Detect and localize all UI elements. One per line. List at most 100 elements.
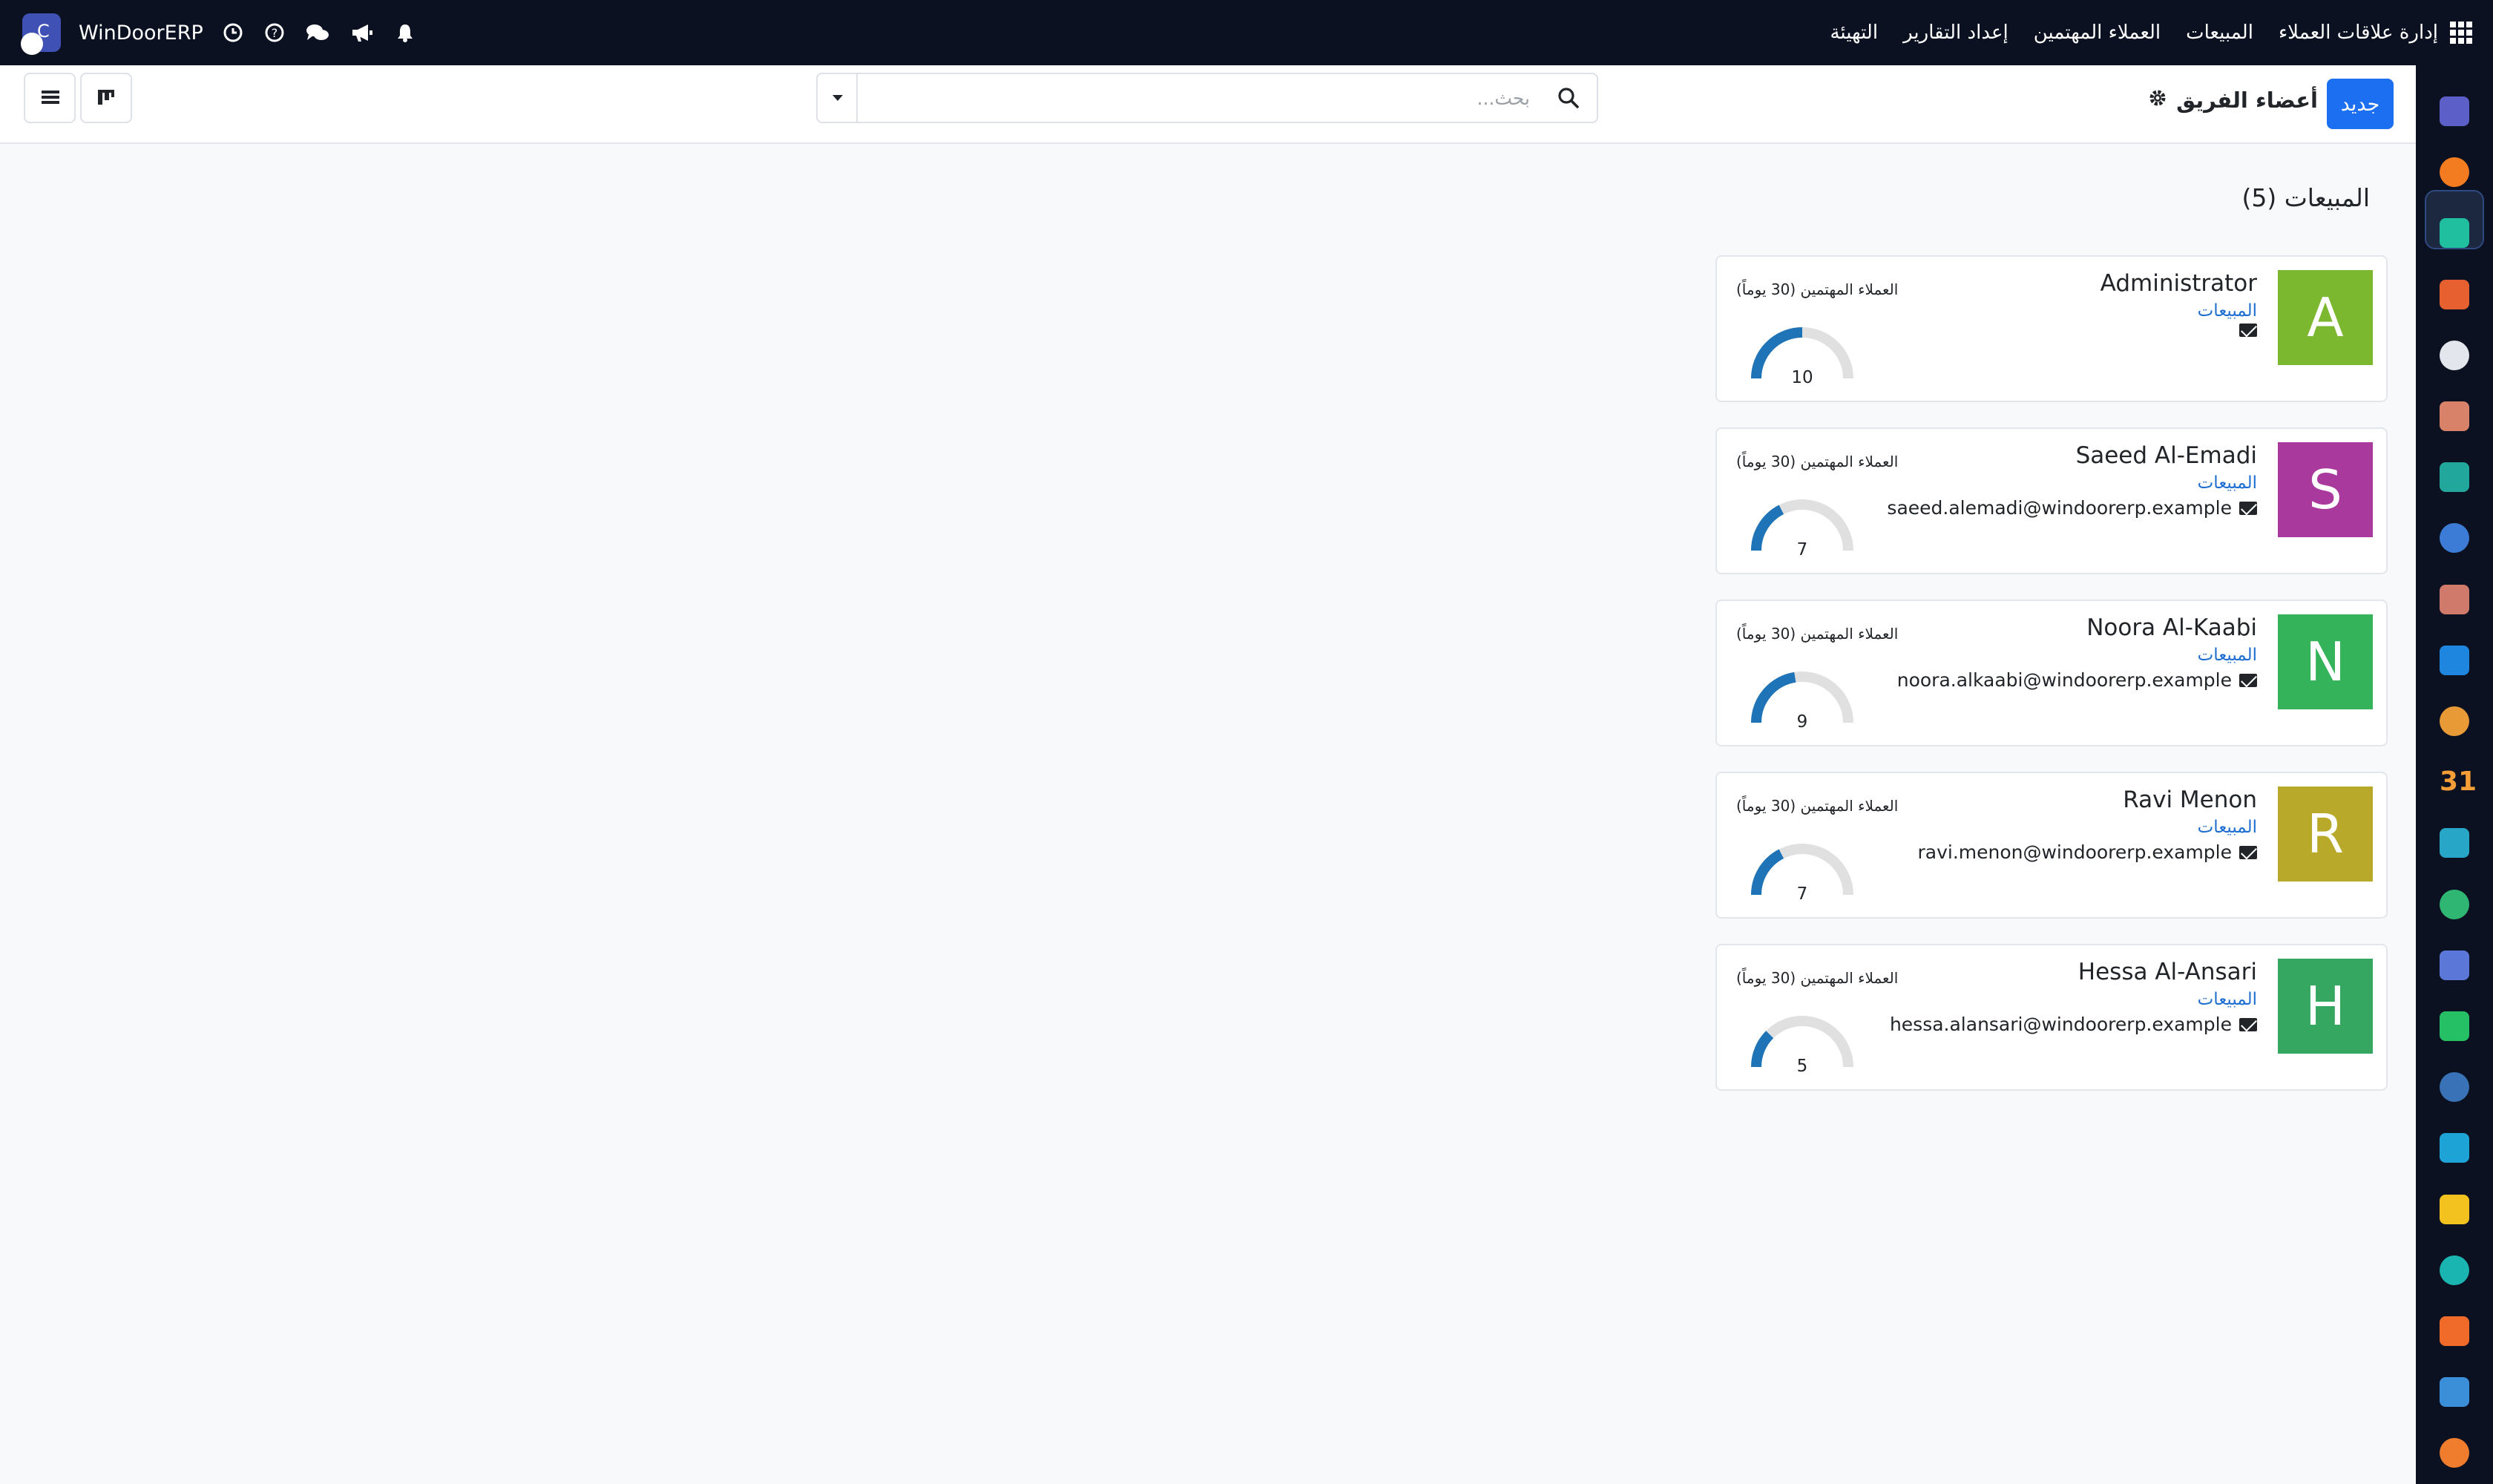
menu-crm[interactable]: إدارة علاقات العملاء bbox=[2279, 22, 2438, 44]
search-options-toggle[interactable] bbox=[818, 74, 858, 122]
search-icon[interactable] bbox=[1554, 83, 1583, 113]
chat-icon[interactable] bbox=[306, 22, 329, 43]
member-email[interactable]: noora.alkaabi@windoorerp.example bbox=[1897, 668, 2232, 693]
member-team-link[interactable]: المبيعات bbox=[1842, 298, 2257, 324]
photos-app-icon[interactable] bbox=[2440, 401, 2469, 431]
reporting-app-icon[interactable] bbox=[2440, 279, 2469, 309]
gauge-label: العملاء المهتمين (30 يوماً) bbox=[1736, 797, 1899, 815]
menu-leads[interactable]: العملاء المهتمين bbox=[2034, 22, 2161, 44]
gauge-value: 7 bbox=[1796, 884, 1808, 904]
discuss-app-icon[interactable] bbox=[2440, 157, 2469, 188]
pie-app-icon[interactable] bbox=[2440, 1377, 2469, 1408]
inventory-app-icon[interactable] bbox=[2440, 340, 2469, 370]
group-title: المبيعات (5) bbox=[2241, 183, 2371, 212]
brand-name[interactable]: WinDoorERP bbox=[79, 22, 203, 45]
purchase-app-icon[interactable] bbox=[2440, 584, 2469, 614]
gauge-label: العملاء المهتمين (30 يوماً) bbox=[1736, 969, 1899, 987]
menu-reporting[interactable]: إعداد التقارير bbox=[1903, 22, 2008, 44]
planning-app-icon[interactable] bbox=[2440, 1255, 2469, 1285]
megaphone-icon[interactable] bbox=[350, 22, 374, 43]
new-button[interactable]: جديد bbox=[2327, 79, 2394, 129]
sign-app-icon[interactable] bbox=[2440, 828, 2469, 858]
member-info: Saeed Al-Emadi المبيعات saeed.alemadi@wind… bbox=[1842, 441, 2257, 521]
gauge-value: 9 bbox=[1796, 712, 1808, 732]
member-email-row bbox=[1842, 324, 2257, 337]
member-name[interactable]: Hessa Al-Ansari bbox=[1842, 957, 2257, 987]
envelope-icon bbox=[2239, 324, 2257, 337]
member-info: Administrator المبيعات bbox=[1842, 269, 2257, 337]
gauge-label: العملاء المهتمين (30 يوماً) bbox=[1736, 280, 1899, 298]
member-email-row: hessa.alansari@windoorerp.example bbox=[1842, 1012, 2257, 1037]
team-member-card[interactable]: N Noora Al-Kaabi المبيعات noora.alkaabi@win… bbox=[1715, 600, 2388, 746]
avatar[interactable]: S bbox=[2278, 442, 2373, 537]
crm-app-icon[interactable] bbox=[2440, 218, 2469, 249]
avatar[interactable]: A bbox=[2278, 270, 2373, 365]
member-email-row: saeed.alemadi@windoorerp.example bbox=[1842, 496, 2257, 521]
calendar-app-icon[interactable]: 31 bbox=[2440, 767, 2477, 797]
member-name[interactable]: Ravi Menon bbox=[1842, 785, 2257, 815]
odoo-app-icon[interactable] bbox=[2440, 1316, 2469, 1346]
help-icon[interactable]: ? bbox=[264, 22, 285, 43]
team-member-card[interactable]: A Administrator المبيعات العملاء المهتمين (… bbox=[1715, 255, 2388, 402]
page-title: أعضاء الفريق bbox=[2176, 88, 2318, 113]
project-app-icon[interactable] bbox=[2440, 462, 2469, 493]
member-email-row: ravi.menon@windoorerp.example bbox=[1842, 840, 2257, 865]
member-email[interactable]: hessa.alansari@windoorerp.example bbox=[1890, 1012, 2232, 1037]
envelope-icon bbox=[2239, 846, 2257, 859]
team-member-card[interactable]: S Saeed Al-Emadi المبيعات saeed.alemadi@win… bbox=[1715, 427, 2388, 574]
envelope-icon bbox=[2239, 1018, 2257, 1031]
kanban-view-button[interactable] bbox=[80, 73, 132, 123]
kanban-view-icon bbox=[98, 90, 114, 105]
contacts-app-icon[interactable] bbox=[2440, 889, 2469, 919]
company-logo[interactable] bbox=[21, 13, 61, 55]
knowledge-app-icon[interactable] bbox=[2440, 523, 2469, 554]
team-member-card[interactable]: H Hessa Al-Ansari المبيعات hessa.alansari@w… bbox=[1715, 944, 2388, 1091]
member-email[interactable]: ravi.menon@windoorerp.example bbox=[1917, 840, 2232, 865]
list-view-icon bbox=[42, 91, 59, 104]
member-name[interactable]: Noora Al-Kaabi bbox=[1842, 613, 2257, 643]
gauge-label: العملاء المهتمين (30 يوماً) bbox=[1736, 625, 1899, 643]
top-navbar: WinDoorERP ? إدارة علاقات العملاء المبيع… bbox=[0, 0, 2493, 65]
gear-icon[interactable] bbox=[2148, 88, 2167, 113]
whatsapp-app-icon[interactable] bbox=[2440, 1011, 2469, 1041]
bell-icon[interactable] bbox=[395, 22, 416, 43]
envelope-icon bbox=[2239, 502, 2257, 515]
invoicing-app-icon[interactable] bbox=[2440, 645, 2469, 675]
clock-icon[interactable] bbox=[223, 22, 243, 43]
gauge-value: 10 bbox=[1791, 368, 1813, 387]
website-app-icon[interactable] bbox=[2440, 1133, 2469, 1163]
apps-grid-icon[interactable] bbox=[2450, 22, 2472, 44]
dashboard-app-icon[interactable] bbox=[2440, 950, 2469, 980]
list-view-button[interactable] bbox=[24, 73, 76, 123]
email-marketing-app-icon[interactable] bbox=[2440, 1194, 2469, 1224]
gauge-value: 5 bbox=[1796, 1057, 1808, 1076]
menu-sales[interactable]: المبيعات bbox=[2186, 22, 2253, 44]
member-team-link[interactable]: المبيعات bbox=[1842, 643, 2257, 668]
member-name[interactable]: Administrator bbox=[1842, 269, 2257, 298]
avatar[interactable]: R bbox=[2278, 787, 2373, 881]
member-team-link[interactable]: المبيعات bbox=[1842, 987, 2257, 1012]
app-switcher-sidebar: 31 bbox=[2416, 65, 2493, 1484]
gauge-value: 7 bbox=[1796, 540, 1808, 559]
control-panel: جديد أعضاء الفريق bbox=[0, 65, 2416, 144]
envelope-icon bbox=[2239, 674, 2257, 687]
gauge-label: العملاء المهتمين (30 يوماً) bbox=[1736, 453, 1899, 470]
team-member-card[interactable]: R Ravi Menon المبيعات ravi.menon@windoorerp… bbox=[1715, 772, 2388, 919]
timer-app-icon[interactable] bbox=[2440, 1072, 2469, 1103]
member-team-link[interactable]: المبيعات bbox=[1842, 815, 2257, 840]
member-name[interactable]: Saeed Al-Emadi bbox=[1842, 441, 2257, 470]
avatar[interactable]: N bbox=[2278, 614, 2373, 709]
mail-app-icon[interactable] bbox=[2440, 96, 2469, 126]
page-title-wrap: أعضاء الفريق bbox=[2148, 88, 2318, 113]
search-input[interactable] bbox=[862, 80, 1530, 116]
menu-configuration[interactable]: التهيئة bbox=[1830, 22, 1878, 44]
navbar-menu: إدارة علاقات العملاء المبيعات العملاء ال… bbox=[1830, 0, 2472, 65]
member-info: Noora Al-Kaabi المبيعات noora.alkaabi@wind… bbox=[1842, 613, 2257, 693]
member-email[interactable]: saeed.alemadi@windoorerp.example bbox=[1887, 496, 2232, 521]
employees-app-icon[interactable] bbox=[2440, 706, 2469, 736]
settings-app-icon[interactable] bbox=[2440, 1438, 2469, 1468]
svg-text:?: ? bbox=[272, 26, 278, 40]
member-email-row: noora.alkaabi@windoorerp.example bbox=[1842, 668, 2257, 693]
member-team-link[interactable]: المبيعات bbox=[1842, 470, 2257, 496]
avatar[interactable]: H bbox=[2278, 959, 2373, 1054]
